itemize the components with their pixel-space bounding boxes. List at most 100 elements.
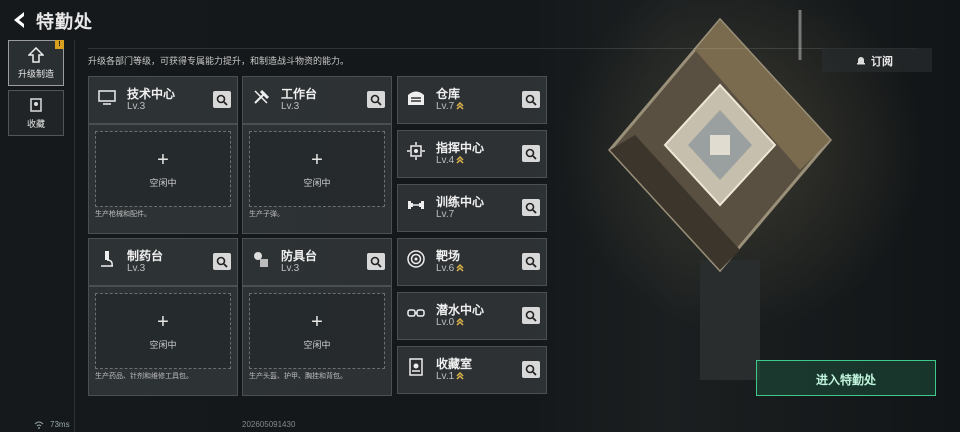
monitor-icon [98,90,116,105]
slot-status: 空闲中 [149,340,177,350]
bell-icon [857,57,865,65]
chip-icon [407,142,425,160]
search-icon [370,94,382,106]
card-description: 生产药品、针剂和维修工具包。 [95,373,193,380]
card-name: 工作台 [281,87,318,101]
sidebar-divider [74,40,75,432]
card-shooting-range[interactable]: 靶场 Lv.6 [397,238,547,286]
search-icon [525,202,537,214]
page-title: 特勤处 [36,12,93,32]
enter-button[interactable]: 进入特勤处 [756,360,936,396]
card-level: Lv.6 [436,263,464,274]
search-icon [525,256,537,268]
search-button[interactable] [522,361,540,378]
dumbbell-icon [408,201,424,209]
production-panel-pharmacy: + 空闲中 生产药品、针剂和维修工具包。 [88,286,238,396]
search-button[interactable] [522,145,540,162]
card-name: 训练中心 [436,195,485,209]
subscribe-button[interactable]: 订阅 [822,48,932,72]
production-panel-armor: + 空闲中 生产头盔、护甲、胸挂和背包。 [242,286,392,396]
tab-label: 升级制造 [17,69,54,79]
production-slot[interactable]: + 空闲中 [249,131,385,207]
card-level: Lv.3 [281,263,300,274]
card-workbench[interactable]: 工作台 Lv.3 [242,76,392,124]
warehouse-icon [408,91,424,105]
add-icon: + [311,311,323,333]
card-name: 防具台 [281,249,318,263]
card-level: Lv.3 [281,101,300,112]
search-button[interactable] [367,91,385,108]
upgrade-arrow-icon [456,156,464,164]
back-arrow-icon[interactable] [10,10,28,30]
add-icon: + [311,149,323,171]
display-case-icon [409,358,423,376]
slot-status: 空闲中 [303,178,331,188]
card-name: 制药台 [127,249,164,263]
card-command-center[interactable]: 指挥中心 Lv.4 [397,130,547,178]
tab-upgrade-craft[interactable]: ! 升级制造 [8,40,64,86]
card-description: 生产枪械和配件。 [95,211,151,218]
upgrade-arrow-icon [456,372,464,380]
armor-icon [254,252,268,267]
card-warehouse[interactable]: 仓库 Lv.7 [397,76,547,124]
card-description: 生产头盔、护甲、胸挂和背包。 [249,373,347,380]
slot-status: 空闲中 [149,178,177,188]
card-level: Lv.7 [436,101,464,112]
subscribe-label: 订阅 [871,56,893,68]
search-button[interactable] [213,253,231,270]
card-description: 生产子弹。 [249,211,284,218]
search-icon [525,310,537,322]
enter-label: 进入特勤处 [815,373,876,387]
tab-collection[interactable]: 收藏 [8,90,64,136]
search-icon [525,148,537,160]
search-icon [216,256,228,268]
search-button[interactable] [522,199,540,216]
card-level: Lv.3 [127,263,146,274]
search-icon [216,94,228,106]
production-panel-workbench: + 空闲中 生产子弹。 [242,124,392,234]
card-name: 收藏室 [436,357,473,371]
alert-badge: ! [55,40,64,49]
production-slot[interactable]: + 空闲中 [95,293,231,369]
target-icon [407,250,425,268]
upgrade-icon [28,47,44,63]
search-button[interactable] [367,253,385,270]
goggles-icon [407,309,425,317]
card-level: Lv.1 [436,371,464,382]
collection-icon [30,98,42,112]
card-name: 指挥中心 [436,141,485,155]
search-button[interactable] [522,91,540,108]
wifi-icon [34,421,44,429]
ping-readout: 73ms [50,420,70,429]
card-level: Lv.7 [436,209,455,220]
card-armor-bench[interactable]: 防具台 Lv.3 [242,238,392,286]
tab-label: 收藏 [26,119,45,129]
build-number: 202605091430 [242,420,296,429]
card-pharmacy[interactable]: 制药台 Lv.3 [88,238,238,286]
hammer-icon [254,89,270,104]
card-tech-center[interactable]: 技术中心 Lv.3 [88,76,238,124]
card-name: 靶场 [436,249,461,263]
card-level: Lv.4 [436,155,464,166]
top-bar: 特勤处 [0,0,960,40]
card-name: 潜水中心 [436,303,485,317]
search-button[interactable] [522,307,540,324]
production-panel-tech: + 空闲中 生产枪械和配件。 [88,124,238,234]
page-description: 升级各部门等级，可获得专属能力提升，和制造战斗物资的能力。 [88,56,350,66]
add-icon: + [157,311,169,333]
card-collection-room[interactable]: 收藏室 Lv.1 [397,346,547,394]
divider [88,48,918,49]
production-slot[interactable]: + 空闲中 [95,131,231,207]
search-button[interactable] [213,91,231,108]
add-icon: + [157,149,169,171]
search-icon [525,94,537,106]
cube-artwork [608,10,832,380]
card-level: Lv.3 [127,101,146,112]
search-icon [370,256,382,268]
card-diving-center[interactable]: 潜水中心 Lv.0 [397,292,547,340]
card-training-center[interactable]: 训练中心 Lv.7 [397,184,547,232]
production-slot[interactable]: + 空闲中 [249,293,385,369]
upgrade-arrow-icon [456,264,464,272]
card-name: 仓库 [436,87,461,101]
search-button[interactable] [522,253,540,270]
